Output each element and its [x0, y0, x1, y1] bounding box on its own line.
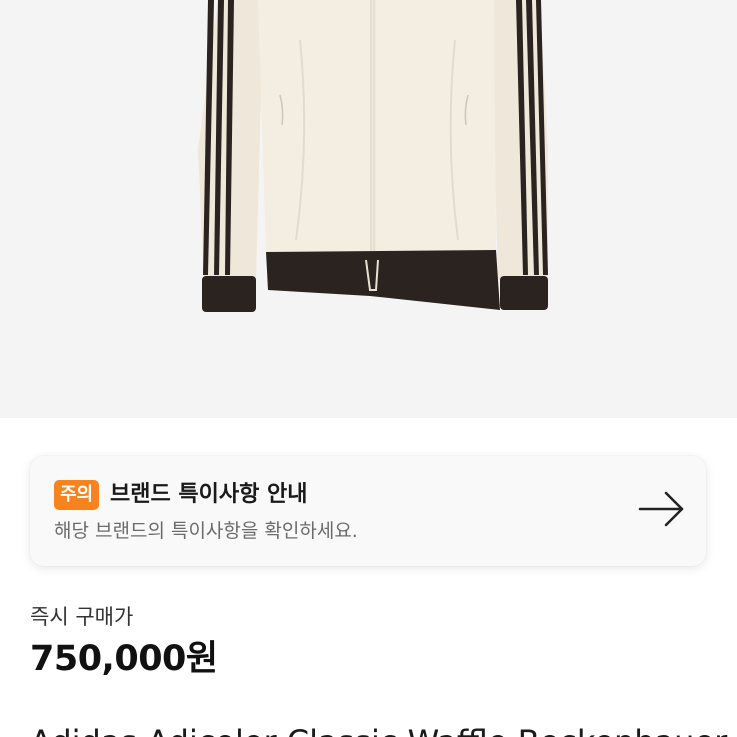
caution-badge: 주의 [54, 480, 100, 510]
product-detail-page: 주의 브랜드 특이사항 안내 해당 브랜드의 특이사항을 확인하세요. 즉시 구… [0, 0, 737, 737]
notice-title: 브랜드 특이사항 안내 [110, 482, 308, 507]
product-image[interactable] [0, 0, 737, 418]
product-title: Adidas Adicolor Classic Waffle Beckenbau… [30, 722, 727, 737]
arrow-right-icon[interactable] [638, 489, 686, 529]
track-jacket-illustration [198, 0, 548, 312]
price-label: 즉시 구매가 [30, 605, 134, 629]
brand-notice-card[interactable]: 주의 브랜드 특이사항 안내 해당 브랜드의 특이사항을 확인하세요. [30, 456, 706, 566]
notice-description: 해당 브랜드의 특이사항을 확인하세요. [54, 520, 358, 542]
price-value: 750,000원 [30, 639, 218, 679]
